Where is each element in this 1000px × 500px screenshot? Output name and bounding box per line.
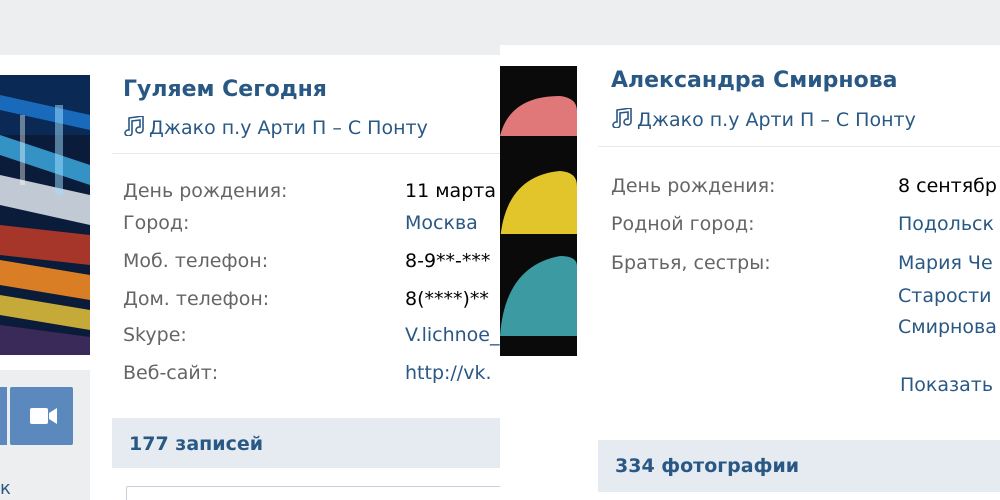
profile-photo[interactable] [500,66,577,356]
show-more-link[interactable]: Показать [900,374,993,396]
info-label: День рождения: [611,175,776,197]
left-profile-panel: Гуляем Сегодня Джако п.у Арти П – С Понт… [0,0,500,500]
sibling-link[interactable]: Смирнова [898,316,997,338]
right-profile-panel: Александра Смирнова Джако п.у Арти П – С… [500,0,1000,500]
posts-count-bar[interactable]: 177 записей [112,418,500,468]
info-label: День рождения: [123,180,288,202]
skype-value[interactable]: V.lichnoe_ [405,324,500,346]
left-column-link[interactable]: к [0,478,11,499]
music-note-icon [123,115,145,141]
divider [598,146,1000,147]
profile-status[interactable]: Джако п.у Арти П – С Понту [611,107,916,133]
info-label: Дом. телефон: [123,288,270,310]
city-value[interactable]: Москва [405,212,478,234]
posts-count: 177 записей [129,433,264,455]
umbrellas-photo [500,66,577,356]
mobile-value: 8-9**-*** [405,250,491,272]
post-input[interactable] [126,486,500,500]
side-button[interactable] [0,387,7,445]
profile-name[interactable]: Гуляем Сегодня [123,77,327,102]
info-label: Братья, сестры: [611,252,771,274]
home-phone-value: 8(****)** [405,288,489,310]
video-camera-icon [30,408,57,424]
birthday-value[interactable]: 8 сентябр [898,175,997,197]
city-lights-photo [0,75,90,355]
status-text: Джако п.у Арти П – С Понту [149,117,428,139]
info-label: Город: [123,212,190,234]
hometown-value[interactable]: Подольск [898,213,994,235]
video-button[interactable] [10,387,73,445]
photos-count: 334 фотографии [615,455,800,477]
info-label: Родной город: [611,213,755,235]
divider [112,153,500,154]
website-link[interactable]: http://vk. [405,362,492,384]
profile-name[interactable]: Александра Смирнова [611,68,897,93]
info-label: Skype: [123,324,187,346]
birthday-value[interactable]: 11 марта [405,180,496,202]
sibling-link[interactable]: Мария Че [898,252,993,274]
music-note-icon [611,107,633,133]
profile-status[interactable]: Джако п.у Арти П – С Понту [123,115,428,141]
info-label: Моб. телефон: [123,250,269,272]
info-label: Веб-сайт: [123,362,219,384]
photos-count-bar[interactable]: 334 фотографии [598,440,1000,492]
profile-photo[interactable] [0,75,90,355]
status-text: Джако п.у Арти П – С Понту [637,109,916,131]
sibling-link[interactable]: Старости [898,285,992,307]
